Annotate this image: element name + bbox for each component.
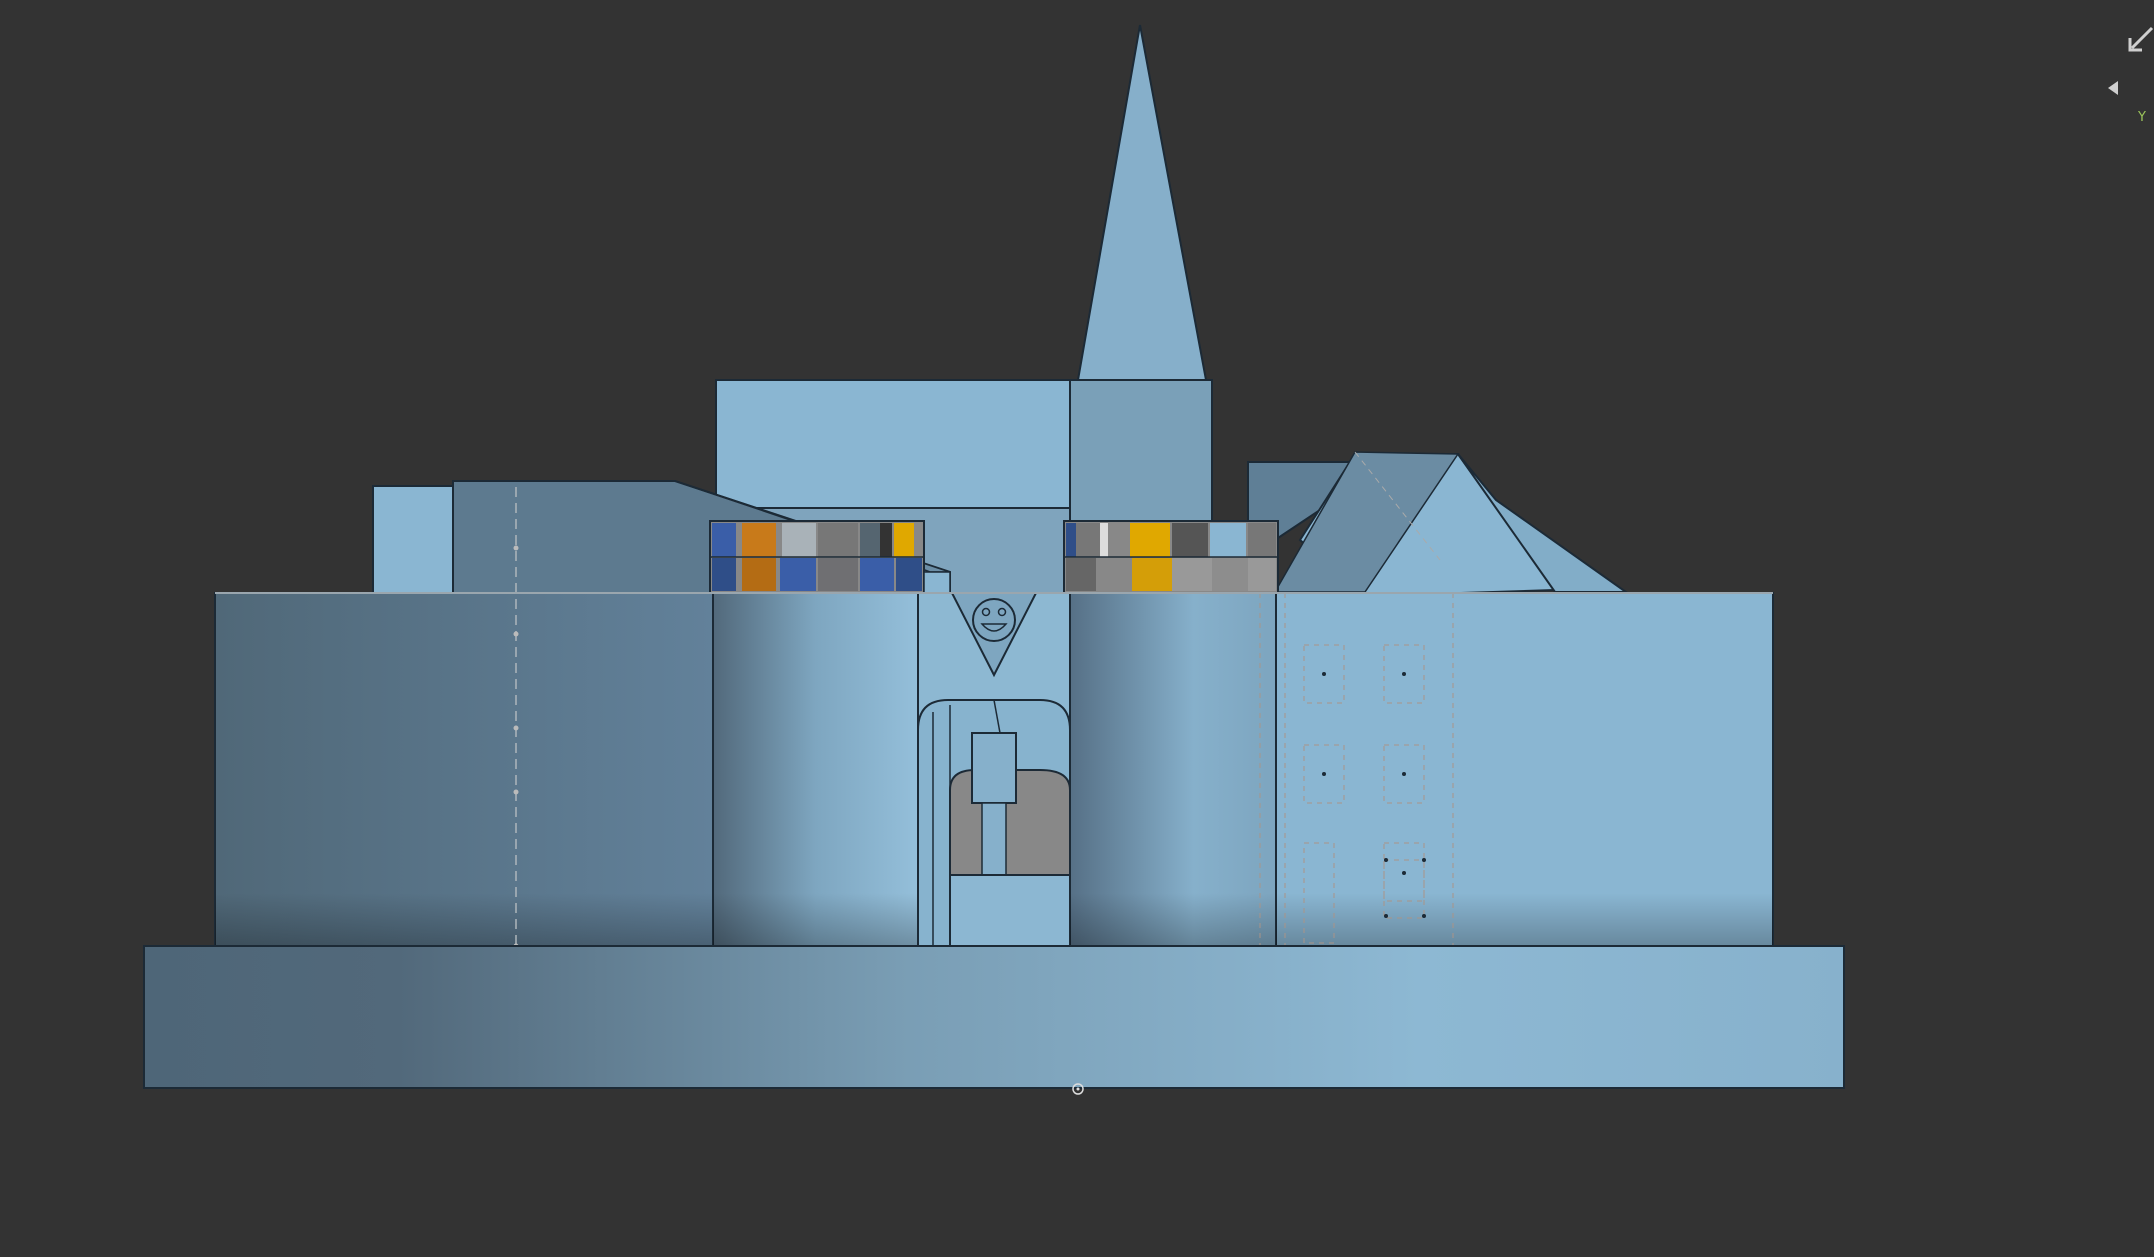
right-tower (1069, 592, 1277, 947)
y-axis-label: Y (2138, 110, 2146, 125)
3d-viewport[interactable]: Y (0, 0, 2154, 1253)
spire (1076, 24, 1208, 381)
nav-left-arrow-icon[interactable] (2106, 80, 2120, 96)
model-render[interactable] (0, 0, 2154, 1253)
view-gizmo-icon[interactable] (2118, 20, 2154, 56)
base-plinth (143, 945, 1845, 1089)
center-gate (917, 592, 1071, 947)
right-rear-roof (1247, 451, 1630, 598)
right-window-band (1063, 520, 1279, 594)
left-window-band (709, 520, 951, 597)
left-tower (712, 592, 919, 947)
right-wall (1259, 592, 1774, 947)
